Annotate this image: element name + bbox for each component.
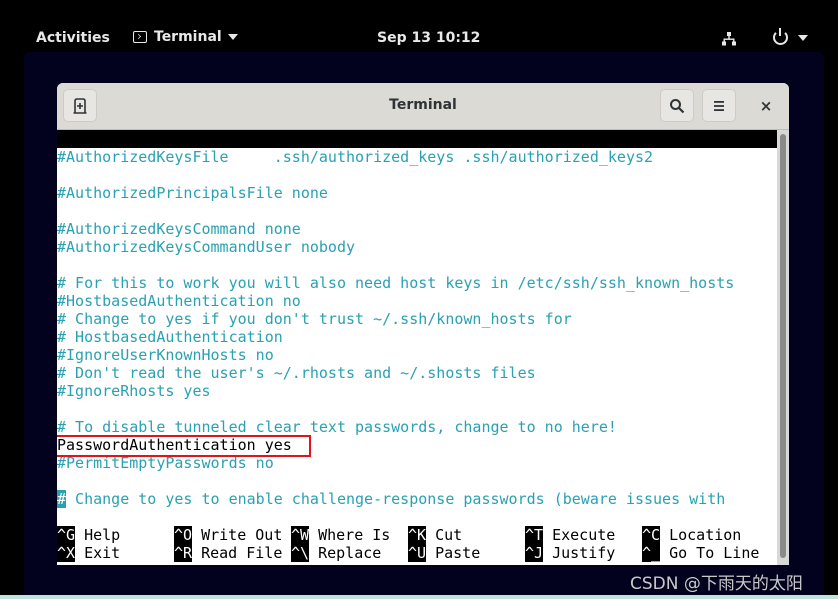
shortcut-exit: ^X Exit	[57, 544, 121, 562]
nano-header: GNU nano 5.4 sshd_config	[57, 130, 777, 184]
file-line: #AuthorizedKeysCommandUser nobody	[57, 238, 356, 256]
network-wired-icon[interactable]	[721, 31, 737, 47]
chevron-down-icon	[227, 34, 238, 40]
scrollbar-thumb[interactable]	[780, 134, 786, 558]
file-line: # Don't read the user's ~/.rhosts and ~/…	[57, 364, 536, 382]
clock[interactable]: Sep 13 10:12	[377, 30, 480, 46]
watermark: CSDN @下雨天的太阳	[630, 574, 803, 594]
terminal-window: Terminal × GNU nano 5.4 sshd_config #Aut…	[57, 83, 789, 565]
app-menu[interactable]: Terminal	[133, 29, 238, 45]
file-line: #HostbasedAuthentication no	[57, 292, 301, 310]
nano-filename: sshd_config	[390, 166, 490, 184]
search-icon	[670, 98, 685, 113]
file-line: #IgnoreRhosts yes	[57, 382, 211, 400]
bottom-edge	[0, 595, 838, 599]
file-line: #AuthorizedKeysFile .ssh/authorized_keys…	[57, 148, 654, 166]
shortcut-go-to-line: ^_ Go To Line	[642, 544, 760, 562]
system-menu[interactable]	[773, 28, 808, 45]
red-highlight-box	[57, 435, 311, 457]
chevron-down-icon	[798, 34, 808, 41]
window-titlebar[interactable]: Terminal ×	[57, 83, 789, 130]
shortcut-cut: ^K Cut	[408, 526, 463, 544]
shortcut-write-out: ^O Write Out	[174, 526, 283, 544]
menu-button[interactable]	[702, 89, 736, 122]
cursor-line-text: Change to yes to enable challenge-respon…	[66, 490, 726, 508]
file-line: # For this to work you will also need ho…	[57, 274, 735, 292]
activities-button[interactable]: Activities	[36, 30, 110, 46]
file-line: # To disable tunneled clear text passwor…	[57, 418, 617, 436]
terminal-icon	[133, 31, 147, 43]
file-line: # HostbasedAuthentication	[57, 328, 283, 346]
shortcut-location: ^C Location	[642, 526, 742, 544]
file-line: # Change to yes if you don't trust ~/.ss…	[57, 310, 572, 328]
terminal-scrollbar[interactable]	[777, 130, 789, 565]
app-menu-label: Terminal	[154, 29, 222, 45]
shortcut-execute: ^T Execute	[525, 526, 616, 544]
cursor-line: # Change to yes to enable challenge-resp…	[57, 490, 725, 508]
file-line: #AuthorizedPrincipalsFile none	[57, 184, 328, 202]
shortcut-where-is: ^W Where Is	[291, 526, 391, 544]
file-line: #AuthorizedKeysCommand none	[57, 220, 301, 238]
shortcut-read-file: ^R Read File	[174, 544, 283, 562]
file-line: #IgnoreUserKnownHosts no	[57, 346, 274, 364]
shortcut-justify: ^J Justify	[525, 544, 616, 562]
search-button[interactable]	[660, 89, 694, 122]
text-cursor: #	[57, 490, 67, 508]
hamburger-menu-icon	[714, 100, 724, 111]
power-icon	[773, 28, 788, 45]
close-button[interactable]: ×	[755, 95, 777, 117]
shortcut-help: ^G Help	[57, 526, 121, 544]
shortcut-paste: ^U Paste	[408, 544, 481, 562]
shortcut-replace: ^\ Replace	[291, 544, 382, 562]
terminal-content[interactable]: GNU nano 5.4 sshd_config #AuthorizedKeys…	[57, 130, 777, 565]
gnome-top-bar: Activities Terminal Sep 13 10:12	[0, 0, 838, 52]
